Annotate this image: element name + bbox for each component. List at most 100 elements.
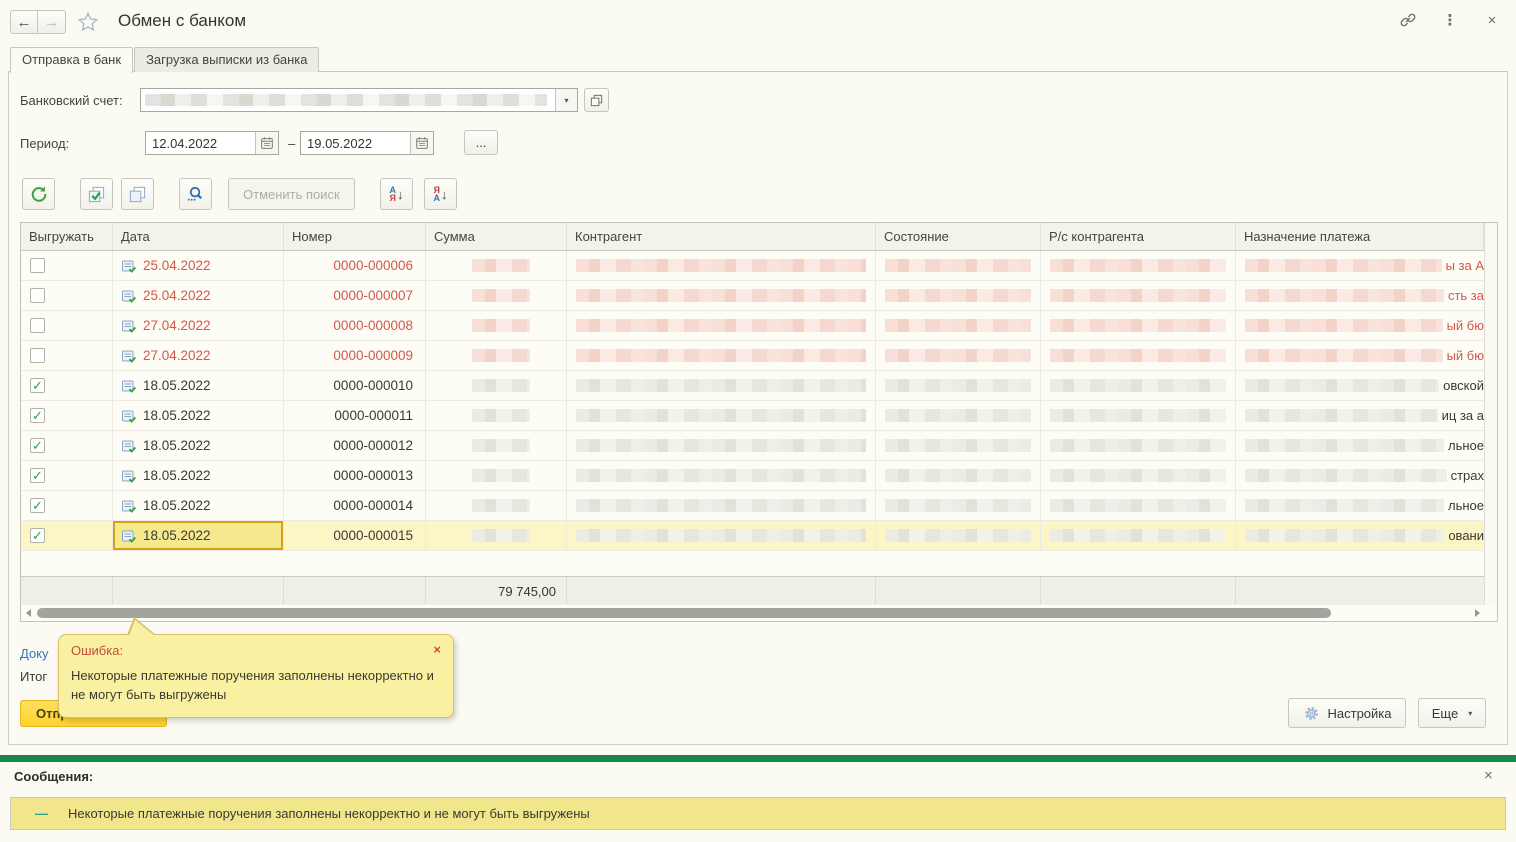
date-cell[interactable]: 18.05.2022: [113, 521, 284, 550]
number-cell[interactable]: 0000-000010: [284, 371, 426, 400]
date-cell[interactable]: 25.04.2022: [113, 251, 284, 280]
sum-cell[interactable]: [426, 491, 567, 520]
purpose-cell[interactable]: страх: [1236, 461, 1484, 490]
row-checkbox[interactable]: [30, 258, 45, 273]
sum-cell[interactable]: [426, 461, 567, 490]
purpose-cell[interactable]: сть за: [1236, 281, 1484, 310]
account-cell[interactable]: [1041, 281, 1236, 310]
link-icon[interactable]: [1398, 10, 1418, 30]
state-cell[interactable]: [876, 281, 1041, 310]
row-checkbox[interactable]: [30, 348, 45, 363]
account-cell[interactable]: [1041, 371, 1236, 400]
state-cell[interactable]: [876, 521, 1041, 550]
purpose-cell[interactable]: льное: [1236, 431, 1484, 460]
messages-close-icon[interactable]: ×: [1484, 767, 1493, 784]
table-row[interactable]: 18.05.2022 0000-000015 овани: [21, 521, 1484, 551]
horizontal-scrollbar-thumb[interactable]: [37, 608, 1331, 618]
column-header-nomer[interactable]: Номер: [284, 223, 426, 250]
table-row[interactable]: 18.05.2022 0000-000013 страх: [21, 461, 1484, 491]
uncheck-all-button[interactable]: [121, 178, 154, 210]
table-row[interactable]: 18.05.2022 0000-000010 овской: [21, 371, 1484, 401]
state-cell[interactable]: [876, 251, 1041, 280]
bank-account-field[interactable]: ▾: [140, 88, 578, 112]
account-cell[interactable]: [1041, 401, 1236, 430]
number-cell[interactable]: 0000-000011: [284, 401, 426, 430]
column-header-kontragent[interactable]: Контрагент: [567, 223, 876, 250]
bank-account-open-button[interactable]: [584, 88, 609, 112]
account-cell[interactable]: [1041, 431, 1236, 460]
number-cell[interactable]: 0000-000012: [284, 431, 426, 460]
counterparty-cell[interactable]: [567, 341, 876, 370]
account-cell[interactable]: [1041, 461, 1236, 490]
message-item[interactable]: — Некоторые платежные поручения заполнен…: [10, 797, 1506, 830]
counterparty-cell[interactable]: [567, 431, 876, 460]
date-cell[interactable]: 18.05.2022: [113, 431, 284, 460]
state-cell[interactable]: [876, 341, 1041, 370]
tooltip-close-icon[interactable]: ×: [433, 643, 441, 658]
row-checkbox[interactable]: [30, 528, 45, 543]
table-row[interactable]: 25.04.2022 0000-000006 ы за А: [21, 251, 1484, 281]
state-cell[interactable]: [876, 371, 1041, 400]
account-cell[interactable]: [1041, 341, 1236, 370]
purpose-cell[interactable]: льное: [1236, 491, 1484, 520]
purpose-cell[interactable]: ый бю: [1236, 311, 1484, 340]
tab-send-to-bank[interactable]: Отправка в банк: [10, 47, 133, 73]
row-checkbox[interactable]: [30, 408, 45, 423]
sum-cell[interactable]: [426, 431, 567, 460]
account-cell[interactable]: [1041, 521, 1236, 550]
account-cell[interactable]: [1041, 251, 1236, 280]
row-checkbox[interactable]: [30, 318, 45, 333]
row-checkbox[interactable]: [30, 288, 45, 303]
more-menu-icon[interactable]: ⋮: [1440, 10, 1460, 30]
sum-cell[interactable]: [426, 371, 567, 400]
date-cell[interactable]: 27.04.2022: [113, 311, 284, 340]
purpose-cell[interactable]: ый бю: [1236, 341, 1484, 370]
row-checkbox[interactable]: [30, 438, 45, 453]
column-header-sostoyanie[interactable]: Состояние: [876, 223, 1041, 250]
vertical-scrollbar[interactable]: [1484, 223, 1497, 605]
counterparty-cell[interactable]: [567, 521, 876, 550]
forward-button[interactable]: →: [38, 10, 66, 34]
cancel-search-button[interactable]: Отменить поиск: [228, 178, 355, 210]
row-checkbox[interactable]: [30, 468, 45, 483]
counterparty-cell[interactable]: [567, 491, 876, 520]
table-row[interactable]: 25.04.2022 0000-000007 сть за: [21, 281, 1484, 311]
sum-cell[interactable]: [426, 401, 567, 430]
column-header-data[interactable]: Дата: [113, 223, 284, 250]
row-checkbox[interactable]: [30, 498, 45, 513]
period-to-calendar-button[interactable]: [410, 132, 433, 154]
check-all-button[interactable]: [80, 178, 113, 210]
number-cell[interactable]: 0000-000015: [284, 521, 426, 550]
state-cell[interactable]: [876, 401, 1041, 430]
settings-button[interactable]: Настройка: [1288, 698, 1406, 728]
table-row[interactable]: 27.04.2022 0000-000008 ый бю: [21, 311, 1484, 341]
state-cell[interactable]: [876, 431, 1041, 460]
state-cell[interactable]: [876, 491, 1041, 520]
purpose-cell[interactable]: ы за А: [1236, 251, 1484, 280]
sort-ascending-button[interactable]: АЯ ↓: [380, 178, 413, 210]
number-cell[interactable]: 0000-000007: [284, 281, 426, 310]
state-cell[interactable]: [876, 311, 1041, 340]
purpose-cell[interactable]: иц за а: [1236, 401, 1484, 430]
counterparty-cell[interactable]: [567, 401, 876, 430]
search-button[interactable]: [179, 178, 212, 210]
counterparty-cell[interactable]: [567, 251, 876, 280]
sum-cell[interactable]: [426, 521, 567, 550]
date-cell[interactable]: 18.05.2022: [113, 491, 284, 520]
bank-account-dropdown-button[interactable]: ▾: [555, 89, 577, 111]
date-cell[interactable]: 18.05.2022: [113, 401, 284, 430]
documents-link-partial[interactable]: Доку: [20, 646, 49, 661]
column-header-vygruzhat[interactable]: Выгружать: [21, 223, 113, 250]
refresh-button[interactable]: [22, 178, 55, 210]
table-row[interactable]: 27.04.2022 0000-000009 ый бю: [21, 341, 1484, 371]
date-cell[interactable]: 18.05.2022: [113, 461, 284, 490]
table-row[interactable]: 18.05.2022 0000-000014 льное: [21, 491, 1484, 521]
account-cell[interactable]: [1041, 491, 1236, 520]
counterparty-cell[interactable]: [567, 281, 876, 310]
period-from-calendar-button[interactable]: [255, 132, 278, 154]
period-from-field[interactable]: 12.04.2022: [145, 131, 279, 155]
number-cell[interactable]: 0000-000014: [284, 491, 426, 520]
close-window-icon[interactable]: ×: [1482, 10, 1502, 30]
number-cell[interactable]: 0000-000013: [284, 461, 426, 490]
period-to-field[interactable]: 19.05.2022: [300, 131, 434, 155]
